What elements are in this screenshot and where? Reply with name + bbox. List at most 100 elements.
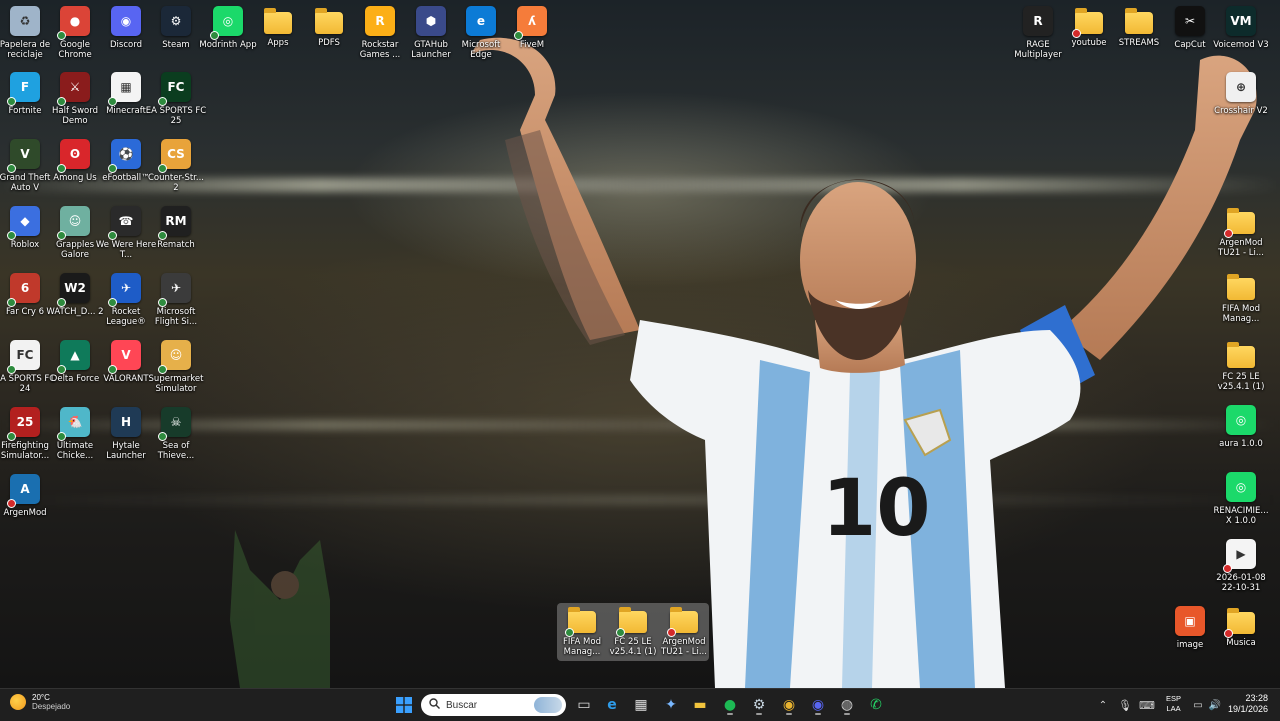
search-placeholder: Buscar bbox=[446, 699, 478, 711]
argenmod-shortcut[interactable]: A ArgenMod bbox=[0, 474, 56, 536]
clock-time: 23:28 bbox=[1245, 693, 1268, 703]
sync-error-badge-icon bbox=[7, 499, 16, 508]
fivem-icon: ʎ bbox=[514, 6, 547, 40]
gtahub-icon: ⬢ bbox=[416, 6, 446, 36]
taskbar-search-box[interactable]: Buscar bbox=[421, 694, 566, 716]
running-indicator bbox=[786, 713, 792, 715]
fc25-le-folder-shortcut[interactable]: FC 25 LE v25.4.1 (1) bbox=[1210, 340, 1272, 402]
weather-sun-icon bbox=[10, 694, 26, 710]
sync-error-badge-icon bbox=[1223, 564, 1232, 573]
start-button[interactable] bbox=[393, 694, 415, 716]
volume-tray-button[interactable]: 🔊 bbox=[1207, 694, 1223, 716]
supermarket-sim-shortcut[interactable]: ☺ Supermarket Simulator bbox=[145, 340, 207, 402]
input-language-indicator[interactable]: ESP LAA bbox=[1166, 694, 1181, 714]
watch-dogs-icon: W2 bbox=[57, 273, 90, 307]
sync-ok-badge-icon bbox=[108, 97, 117, 106]
discord-icon: ◉ bbox=[811, 697, 825, 713]
argenmod-folder-shortcut[interactable]: ArgenMod TU21 - Li... bbox=[1210, 206, 1272, 268]
sync-ok-badge-icon bbox=[7, 432, 16, 441]
taskbar-discord[interactable]: ◉ bbox=[807, 694, 829, 716]
roblox-icon: ◆ bbox=[7, 206, 40, 240]
shortcut-label: FC 25 LE v25.4.1 (1) bbox=[1217, 372, 1265, 392]
taskbar-store[interactable]: ▦ bbox=[630, 694, 652, 716]
keyboard-tray-button[interactable]: ⌨ bbox=[1139, 694, 1155, 716]
shortcut-label: 2026-01-08 22-10-31 bbox=[1216, 573, 1266, 593]
shortcut-label: Counter-Str... 2 bbox=[147, 173, 205, 193]
voicemod-icon: VM bbox=[1226, 6, 1256, 36]
weather-temperature: 20°C bbox=[32, 693, 50, 702]
taskbar-clock[interactable]: 23:28 19/1/2026 bbox=[1228, 693, 1268, 715]
capcut-icon: ✂ bbox=[1175, 6, 1205, 36]
argenmod-folder-icon bbox=[1224, 208, 1255, 238]
shortcut-label: Voicemod V3 bbox=[1213, 40, 1269, 50]
rematch-shortcut[interactable]: RM Rematch bbox=[145, 206, 207, 268]
running-indicator bbox=[756, 713, 762, 715]
hytale-icon: H bbox=[111, 407, 141, 437]
video-file-icon: ▶ bbox=[1223, 539, 1256, 573]
sync-ok-badge-icon bbox=[158, 97, 167, 106]
running-indicator bbox=[844, 713, 850, 715]
aura-icon: ◎ bbox=[1226, 405, 1256, 435]
counter-strike-shortcut[interactable]: CS Counter-Str... 2 bbox=[145, 139, 207, 201]
folder-icon bbox=[565, 607, 596, 637]
obs-icon: ◍ bbox=[840, 697, 854, 713]
youtube-folder-icon bbox=[1072, 8, 1103, 38]
taskbar-spotify[interactable]: ● bbox=[719, 694, 741, 716]
windows-logo-icon bbox=[396, 697, 412, 713]
weather-description: Despejado bbox=[32, 702, 71, 711]
rockstar-icon: R bbox=[365, 6, 395, 36]
shortcut-label: Microsoft Flight Si... bbox=[154, 307, 198, 327]
microphone-icon: 🎙 bbox=[1118, 698, 1132, 712]
weather-widget[interactable]: 20°C Despejado bbox=[10, 693, 70, 711]
search-highlight-icon bbox=[534, 697, 562, 713]
aura-shortcut[interactable]: ◎ aura 1.0.0 bbox=[1210, 405, 1272, 467]
shortcut-label: FiveM bbox=[519, 40, 545, 50]
fifa-mod-folder-icon bbox=[1227, 274, 1255, 300]
fivem-shortcut[interactable]: ʎ FiveM bbox=[501, 6, 563, 68]
popup-argenmod-folder[interactable]: ArgenMod TU21 - Li... bbox=[653, 605, 715, 667]
sea-of-thieves-shortcut[interactable]: ☠ Sea of Thieve... bbox=[145, 407, 207, 469]
sync-ok-badge-icon bbox=[57, 432, 66, 441]
store-icon: ▦ bbox=[634, 697, 648, 713]
show-hidden-icons-button[interactable]: ⌃ bbox=[1095, 694, 1111, 716]
taskbar-whatsapp[interactable]: ✆ bbox=[865, 694, 887, 716]
taskbar-edge[interactable]: e bbox=[601, 694, 623, 716]
fifa-mod-folder-shortcut[interactable]: FIFA Mod Manag... bbox=[1210, 272, 1272, 334]
ea-fc25-shortcut[interactable]: FC EA SPORTS FC 25 bbox=[145, 72, 207, 134]
sync-ok-badge-icon bbox=[108, 164, 117, 173]
crosshair-shortcut[interactable]: ⊕ Crosshair V2 bbox=[1210, 72, 1272, 134]
taskbar-copilot[interactable]: ✦ bbox=[660, 694, 682, 716]
shortcut-label: ArgenMod TU21 - Li... bbox=[661, 637, 707, 657]
edge-icon: e bbox=[607, 697, 617, 713]
voicemod-shortcut[interactable]: VM Voicemod V3 bbox=[1210, 6, 1272, 68]
chrome-icon: ● bbox=[57, 6, 90, 40]
modrinth-icon: ◎ bbox=[210, 6, 243, 40]
taskbar-obs[interactable]: ◍ bbox=[836, 694, 858, 716]
microphone-tray-button[interactable]: 🎙 bbox=[1117, 694, 1133, 716]
shortcut-label: EA SPORTS FC 25 bbox=[145, 106, 207, 126]
sync-ok-badge-icon bbox=[7, 97, 16, 106]
recycle-bin-icon: ♻ bbox=[10, 6, 40, 36]
firefighting-sim-icon: 25 bbox=[7, 407, 40, 441]
sync-ok-badge-icon bbox=[565, 628, 574, 637]
steam-icon: ⚙ bbox=[752, 697, 766, 713]
network-tray-button[interactable]: ▭ bbox=[1190, 694, 1206, 716]
steam-icon: ⚙ bbox=[161, 6, 191, 36]
ea-fc24-icon: FC bbox=[7, 340, 40, 374]
sync-ok-badge-icon bbox=[158, 432, 167, 441]
rematch-icon: RM bbox=[158, 206, 191, 240]
taskbar-chrome[interactable]: ◉ bbox=[778, 694, 800, 716]
sync-error-badge-icon bbox=[1224, 629, 1233, 638]
taskbar-steam[interactable]: ⚙ bbox=[748, 694, 770, 716]
task-view-button[interactable]: ▭ bbox=[573, 694, 595, 716]
shortcut-label: RENACIMIE... X 1.0.0 bbox=[1213, 506, 1269, 526]
renacimiento-shortcut[interactable]: ◎ RENACIMIE... X 1.0.0 bbox=[1210, 472, 1272, 534]
flight-sim-shortcut[interactable]: ✈ Microsoft Flight Si... bbox=[145, 273, 207, 335]
spotify-icon: ● bbox=[723, 697, 737, 713]
grapples-galore-icon: ☺ bbox=[57, 206, 90, 240]
video-file-shortcut[interactable]: ▶ 2026-01-08 22-10-31 bbox=[1210, 539, 1272, 601]
taskbar-explorer[interactable]: ▬ bbox=[689, 694, 711, 716]
image-file-shortcut[interactable]: ▣ image bbox=[1159, 606, 1221, 668]
apps-folder-icon bbox=[264, 8, 292, 34]
musica-folder-icon bbox=[1224, 608, 1255, 638]
